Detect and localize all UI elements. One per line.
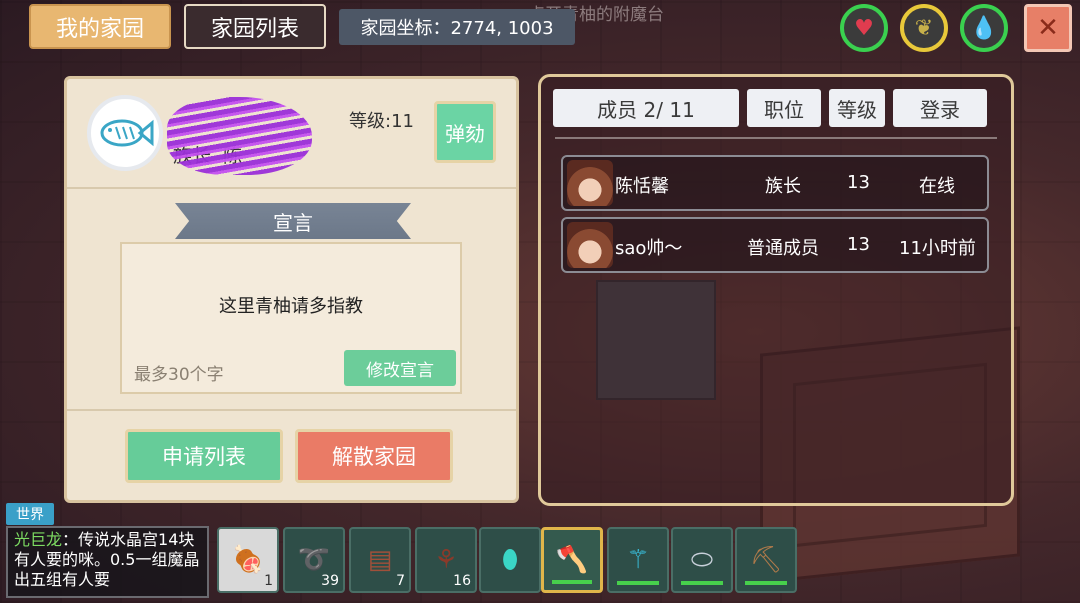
member-level: 13	[847, 172, 870, 193]
members-count-header[interactable]: 成员 2/ 11	[553, 89, 739, 127]
close-icon: ✕	[1037, 13, 1059, 43]
declaration-text: 这里青柚请多指教	[219, 296, 363, 317]
impeach-button[interactable]: 弹劾	[434, 101, 496, 163]
durability-bar	[745, 581, 787, 585]
member-name: 陈恬馨	[615, 176, 669, 197]
avatar	[567, 222, 613, 268]
health-icon: ♥	[840, 4, 888, 52]
member-role: 普通成员	[747, 238, 819, 259]
redaction-scribble	[167, 97, 312, 175]
meat-icon: 🍖	[231, 545, 265, 575]
member-role: 族长	[765, 176, 801, 197]
hotbar-slot[interactable]: ▤ 7	[349, 527, 411, 593]
member-level: 13	[847, 234, 870, 255]
members-panel: 成员 2/ 11 职位 等级 登录 陈恬馨 族长 13 在线 sao帅～ 普通成…	[538, 74, 1014, 506]
shield-icon: ⬭	[690, 544, 714, 575]
durability-bar	[552, 580, 592, 584]
dissolve-home-button[interactable]: 解散家园	[295, 429, 453, 483]
slot-count: 1	[264, 573, 273, 589]
axe-icon: 🪓	[555, 545, 589, 575]
durability-bar	[681, 581, 723, 585]
slot-count: 7	[396, 573, 405, 589]
staff-icon: ⚚	[626, 545, 650, 575]
member-row[interactable]: sao帅～ 普通成员 13 11小时前	[561, 217, 989, 273]
hunger-icon: ❦	[900, 4, 948, 52]
home-coordinates: 家园坐标：2774, 1003	[339, 9, 575, 45]
rope-icon: ➰	[297, 545, 331, 575]
hotbar-slot[interactable]: ⬮	[479, 527, 541, 593]
home-level: 等级:11	[349, 111, 414, 132]
chat-channel-tag[interactable]: 世界	[6, 503, 54, 525]
declaration-hint: 最多30个字	[134, 365, 224, 385]
hotbar-slot[interactable]: 🍖 1	[217, 527, 279, 593]
leather-icon: ▤	[367, 545, 393, 575]
chat-box[interactable]: 光巨龙：传说水晶宫14块有人要的咪。0.5一组魔晶出五组有人要	[6, 526, 209, 598]
tab-my-home[interactable]: 我的家园	[29, 4, 171, 49]
divider	[67, 409, 516, 411]
member-login: 11小时前	[899, 238, 976, 259]
role-header[interactable]: 职位	[747, 89, 821, 127]
slot-count: 16	[453, 573, 471, 589]
divider	[67, 187, 516, 189]
apply-list-button[interactable]: 申请列表	[125, 429, 283, 483]
header-divider	[555, 137, 997, 139]
member-name: sao帅～	[615, 238, 683, 259]
water-icon: 💧	[960, 4, 1008, 52]
tab-home-list[interactable]: 家园列表	[184, 4, 326, 49]
declaration-box: 这里青柚请多指教 最多30个字 修改宣言	[120, 242, 462, 394]
member-login: 在线	[919, 176, 955, 197]
avatar	[567, 160, 613, 206]
member-row[interactable]: 陈恬馨 族长 13 在线	[561, 155, 989, 211]
slot-count: 39	[321, 573, 339, 589]
crystal-icon: ⬮	[501, 544, 519, 575]
hotbar-slot-selected[interactable]: 🪓	[541, 527, 603, 593]
vine-icon: ⚘	[434, 545, 458, 575]
level-header[interactable]: 等级	[829, 89, 885, 127]
close-button[interactable]: ✕	[1024, 4, 1072, 52]
declaration-title: 宣言	[175, 203, 411, 239]
home-emblem-fish-icon	[87, 95, 163, 171]
pickaxe-icon: ⛏	[749, 545, 783, 575]
hotbar-slot[interactable]: ⬭	[671, 527, 733, 593]
login-header[interactable]: 登录	[893, 89, 987, 127]
home-info-panel: 族长 陈 等级:11 弹劾 宣言 这里青柚请多指教 最多30个字 修改宣言 申请…	[64, 76, 519, 503]
chat-speaker: 光巨龙	[14, 530, 63, 549]
durability-bar	[617, 581, 659, 585]
hotbar-slot[interactable]: ⛏	[735, 527, 797, 593]
hotbar-slot[interactable]: ⚚	[607, 527, 669, 593]
edit-declaration-button[interactable]: 修改宣言	[344, 350, 456, 386]
hotbar-slot[interactable]: ⚘ 16	[415, 527, 477, 593]
hotbar-slot[interactable]: ➰ 39	[283, 527, 345, 593]
